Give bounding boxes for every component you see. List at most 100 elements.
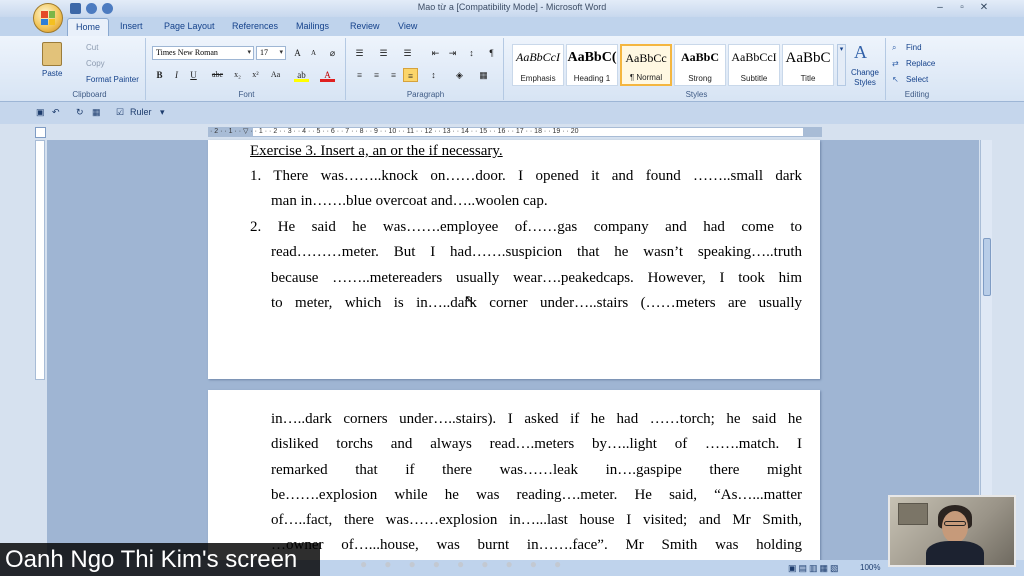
ruler-checkbox[interactable]: ☑: [116, 107, 124, 118]
underline-button[interactable]: U: [186, 68, 201, 82]
office-button[interactable]: [33, 3, 63, 33]
style-strong[interactable]: AaBbC Strong: [674, 44, 726, 86]
save-icon[interactable]: ▣: [36, 107, 45, 118]
page2-line: of…..fact, there was……explosion in…...la…: [271, 512, 802, 529]
multilevel-list-icon[interactable]: ☰: [400, 46, 415, 60]
item-1-line: 1. There was……..knock on……door. I opened…: [250, 168, 802, 184]
show-marks-icon[interactable]: ¶: [484, 46, 499, 60]
strikethrough-button[interactable]: abe: [210, 68, 225, 82]
align-center-icon[interactable]: ≡: [369, 68, 384, 82]
style-sample: AaBbCcI: [516, 50, 560, 64]
cut-button[interactable]: Cut: [86, 43, 98, 52]
undo-icon[interactable]: ↶: [52, 107, 60, 118]
minimize-button[interactable]: –: [930, 1, 950, 15]
style-heading-1[interactable]: AaBbC(Heading 1: [566, 44, 618, 86]
tab-mailings[interactable]: Mailings: [296, 21, 329, 31]
quick-access-toolbar: ▣ ↶ ↻ ▦ ☑ Ruler ▾: [0, 102, 1024, 124]
style-sample: AaBbC: [785, 50, 831, 66]
ruler-label: Ruler: [130, 107, 152, 117]
style-subtitle[interactable]: AaBbCcI Subtitle: [728, 44, 780, 86]
style-title[interactable]: AaBbC Title: [782, 44, 834, 86]
heading-text: Exercise 3. Insert a, an or the if neces…: [250, 143, 503, 159]
page2-line: be…….explosion while he was reading….met…: [271, 486, 802, 503]
vertical-ruler[interactable]: [35, 140, 45, 380]
paste-button[interactable]: Paste: [42, 69, 62, 78]
tab-insert[interactable]: Insert: [120, 21, 143, 31]
view-buttons[interactable]: ▣▤▥▦▧: [788, 563, 841, 574]
format-painter-button[interactable]: Format Painter: [86, 75, 139, 84]
exercise-heading: Exercise 3. Insert a, an or the if neces…: [250, 139, 782, 164]
save-icon[interactable]: [70, 3, 81, 14]
tab-home[interactable]: Home: [67, 18, 110, 36]
tab-review[interactable]: Review: [350, 21, 380, 31]
scrollbar-thumb[interactable]: [983, 238, 991, 296]
superscript-button[interactable]: x²: [248, 68, 263, 82]
redo-icon[interactable]: [102, 3, 113, 14]
italic-button[interactable]: I: [169, 68, 184, 82]
undo-icon[interactable]: [86, 3, 97, 14]
styles-group: AaBbCcI Emphasis AaBbC(Heading 1 AaBbCc ¶ …: [508, 38, 886, 100]
clear-format-icon[interactable]: ⌀: [325, 46, 340, 60]
ruler-ticks: · 2 · · 1 · · ▽ · · 1 · · 2 · · 3 · · 4 …: [210, 128, 579, 135]
font-label: Font: [238, 90, 255, 99]
find-icon: ⌕: [892, 43, 897, 52]
page2-line: …owner of…...house, was burnt in…….face”…: [271, 537, 802, 554]
styles-label: Styles: [685, 90, 708, 99]
table-icon[interactable]: ▦: [92, 107, 101, 118]
document-area: Exercise 3. Insert a, an or the if neces…: [47, 140, 979, 570]
title-bar: Mao từ a [Compatibility Mode] - Microsof…: [0, 0, 1024, 17]
align-right-icon[interactable]: ≡: [386, 68, 401, 82]
grow-font-button[interactable]: A: [290, 46, 305, 60]
customize-qat-icon[interactable]: ▾: [160, 107, 165, 118]
restore-button[interactable]: ▫: [952, 1, 972, 15]
numbering-icon[interactable]: ☰: [376, 46, 391, 60]
decrease-indent-icon[interactable]: ⇤: [428, 46, 443, 60]
select-button[interactable]: Select: [906, 75, 928, 84]
tab-view[interactable]: View: [398, 21, 417, 31]
style-normal[interactable]: AaBbCc ¶ Normal: [620, 44, 672, 86]
copy-button[interactable]: Copy: [86, 59, 105, 68]
change-styles-icon[interactable]: A: [854, 42, 867, 63]
close-button[interactable]: ✕: [974, 1, 994, 15]
bullets-icon[interactable]: ☰: [352, 46, 367, 60]
change-case-button[interactable]: Aa: [268, 68, 283, 82]
tab-selector[interactable]: [35, 127, 46, 138]
justify-icon[interactable]: ≡: [403, 68, 418, 82]
style-emphasis[interactable]: AaBbCcI Emphasis: [512, 44, 564, 86]
style-name: ¶ Normal: [629, 73, 663, 82]
align-left-icon[interactable]: ≡: [352, 68, 367, 82]
page-1: Exercise 3. Insert a, an or the if neces…: [208, 140, 820, 379]
item-2-line: 2. He said he was…….employee of……gas com…: [250, 219, 802, 235]
line-spacing-icon[interactable]: ↕: [426, 68, 441, 82]
tab-page-layout[interactable]: Page Layout: [164, 21, 215, 31]
page2-line: remarked that if there was……leak in….gas…: [271, 461, 802, 478]
font-color-icon[interactable]: A: [320, 68, 335, 82]
bold-button[interactable]: B: [152, 68, 167, 82]
shading-icon[interactable]: ◈: [452, 68, 467, 82]
clipboard-group: Paste Cut Copy Format Painter Clipboard: [34, 38, 146, 100]
shrink-font-button[interactable]: A: [306, 46, 321, 60]
replace-button[interactable]: Replace: [906, 59, 935, 68]
subscript-button[interactable]: x₂: [230, 68, 245, 82]
font-name-select[interactable]: Times New Roman ▾: [152, 46, 254, 60]
item-2-line: to meter, which is in…..dark corner unde…: [271, 294, 802, 311]
borders-icon[interactable]: ▦: [476, 68, 491, 82]
paste-icon[interactable]: [42, 42, 62, 66]
sort-icon[interactable]: ↕: [464, 46, 479, 60]
styles-scroll-icon[interactable]: ▾: [837, 44, 846, 86]
tab-references[interactable]: References: [232, 21, 278, 31]
item-1: 1. There was……..knock on……door. I opened…: [250, 164, 802, 215]
editing-group: ⌕ Find ⇄ Replace ↖ Select Editing: [888, 38, 946, 100]
style-sample: AaBbC: [680, 50, 719, 64]
page2-line: in…..dark corners under…..stairs). I ask…: [271, 411, 802, 427]
webcam-thumbnail: [888, 495, 1016, 567]
ribbon: Paste Cut Copy Format Painter Clipboard …: [0, 36, 1024, 102]
zoom-level[interactable]: 100%: [860, 563, 880, 572]
redo-icon[interactable]: ↻: [76, 107, 84, 118]
highlight-icon[interactable]: ab: [294, 68, 309, 82]
font-size-select[interactable]: 17 ▾: [256, 46, 286, 60]
replace-icon: ⇄: [892, 59, 899, 68]
change-styles-button[interactable]: Change Styles: [848, 68, 882, 88]
find-button[interactable]: Find: [906, 43, 922, 52]
increase-indent-icon[interactable]: ⇥: [445, 46, 460, 60]
